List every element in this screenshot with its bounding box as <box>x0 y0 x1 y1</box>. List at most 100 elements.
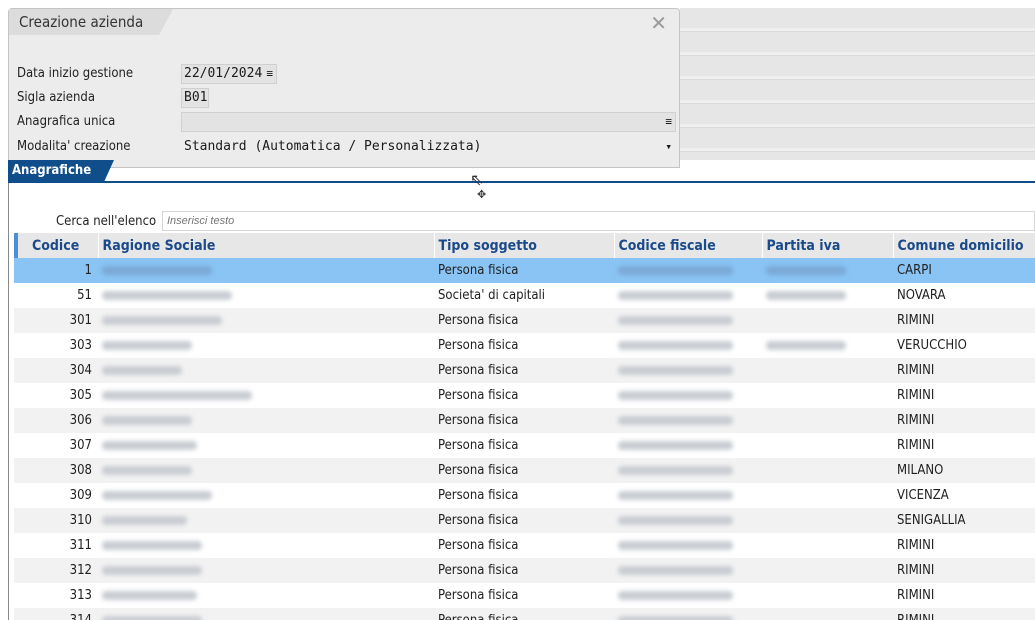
list-icon[interactable]: ≡ <box>665 113 672 131</box>
cell-partita-iva <box>762 333 893 358</box>
cell-codice-fiscale <box>614 533 762 558</box>
redacted-name <box>102 441 197 450</box>
table-row[interactable]: 313 Persona fisica RIMINI <box>14 583 1035 608</box>
cell-codice: 305 <box>69 388 92 403</box>
cell-ragione-sociale <box>98 608 434 620</box>
list-icon[interactable]: ≡ <box>266 65 273 83</box>
cell-codice-fiscale <box>614 333 762 358</box>
cell-codice-fiscale <box>614 433 762 458</box>
cell-comune-domicilio: VERUCCHIO <box>897 338 967 353</box>
modalita-creazione-select[interactable]: Standard (Automatica / Personalizzata) ▾ <box>181 137 676 157</box>
table-row[interactable]: 51 Societa' di capitali NOVARA <box>14 283 1035 308</box>
cell-tipo-soggetto: Persona fisica <box>434 258 614 283</box>
redacted-codice-fiscale <box>618 516 733 525</box>
data-inizio-field[interactable]: 22/01/2024 ≡ <box>181 64 277 84</box>
close-icon[interactable]: ✕ <box>650 11 667 35</box>
table-row[interactable]: 312 Persona fisica RIMINI <box>14 558 1035 583</box>
cell-codice-fiscale <box>614 258 762 283</box>
cell-codice-fiscale <box>614 608 762 620</box>
redacted-name <box>102 316 222 325</box>
table-row[interactable]: 314 Persona fisica RIMINI <box>14 608 1035 620</box>
redacted-partita-iva <box>766 266 846 275</box>
column-header-codice-fiscale[interactable]: Codice fiscale <box>614 233 763 258</box>
cell-comune-domicilio: MILANO <box>893 458 1035 483</box>
cell-ragione-sociale <box>98 508 434 533</box>
cell-partita-iva <box>762 558 893 583</box>
anagrafica-unica-field[interactable]: ≡ <box>181 112 676 132</box>
cell-tipo-soggetto: Societa' di capitali <box>438 288 546 303</box>
cell-tipo-soggetto: Persona fisica <box>434 358 614 383</box>
table-row[interactable]: 311 Persona fisica RIMINI <box>14 533 1035 558</box>
cell-codice: 309 <box>69 488 92 503</box>
column-header-ragione-sociale[interactable]: Ragione Sociale <box>98 233 435 258</box>
cell-codice-fiscale <box>614 308 762 333</box>
redacted-name <box>102 341 192 350</box>
cell-ragione-sociale <box>98 583 434 608</box>
cell-partita-iva <box>762 283 893 308</box>
column-header-codice[interactable]: Codice <box>14 233 99 258</box>
creazione-azienda-dialog: Creazione azienda ✕ Data inizio gestione… <box>8 8 680 168</box>
cell-comune-domicilio: RIMINI <box>893 558 1035 583</box>
anagrafica-unica-label: Anagrafica unica <box>17 114 116 129</box>
cell-codice-fiscale <box>614 483 762 508</box>
cell-partita-iva <box>762 358 893 383</box>
cell-codice: 307 <box>69 438 92 453</box>
redacted-name <box>102 291 232 300</box>
table-row[interactable]: 301 Persona fisica RIMINI <box>14 308 1035 333</box>
cell-tipo-soggetto: Persona fisica <box>438 488 519 503</box>
cell-comune-domicilio: RIMINI <box>893 608 1035 620</box>
cell-codice-fiscale <box>614 558 762 583</box>
sigla-azienda-label: Sigla azienda <box>17 90 95 105</box>
anagrafiche-tab[interactable]: Anagrafiche <box>8 160 114 182</box>
redacted-partita-iva <box>766 291 846 300</box>
cell-ragione-sociale <box>98 308 434 333</box>
table-row[interactable]: 310 Persona fisica SENIGALLIA <box>14 508 1035 533</box>
table-row[interactable]: 306 Persona fisica RIMINI <box>14 408 1035 433</box>
column-header-partita-iva[interactable]: Partita iva <box>762 233 894 258</box>
cell-partita-iva <box>762 408 893 433</box>
redacted-name <box>102 491 212 500</box>
redacted-name <box>102 516 187 525</box>
sigla-azienda-field[interactable]: B01 <box>181 88 209 108</box>
cell-partita-iva <box>762 483 893 508</box>
table-row[interactable]: 303 Persona fisica VERUCCHIO <box>14 333 1035 358</box>
cell-codice-fiscale <box>614 583 762 608</box>
cell-ragione-sociale <box>98 408 434 433</box>
cell-ragione-sociale <box>98 533 434 558</box>
redacted-codice-fiscale <box>618 616 733 620</box>
cell-partita-iva <box>762 433 893 458</box>
cell-tipo-soggetto: Persona fisica <box>434 308 614 333</box>
search-label: Cerca nell'elenco <box>56 214 157 229</box>
background-window <box>680 8 1035 160</box>
cell-ragione-sociale <box>98 283 434 308</box>
cell-partita-iva <box>762 508 893 533</box>
panel-divider <box>8 181 1035 183</box>
cell-codice: 312 <box>14 558 98 583</box>
redacted-name <box>102 566 202 575</box>
table-row[interactable]: 308 Persona fisica MILANO <box>14 458 1035 483</box>
search-input[interactable] <box>162 211 1035 231</box>
table-row[interactable]: 309 Persona fisica VICENZA <box>14 483 1035 508</box>
cell-ragione-sociale <box>98 483 434 508</box>
redacted-codice-fiscale <box>618 416 733 425</box>
cell-codice: 304 <box>14 358 98 383</box>
chevron-down-icon[interactable]: ▾ <box>665 138 672 156</box>
table-row[interactable]: 304 Persona fisica RIMINI <box>14 358 1035 383</box>
cell-tipo-soggetto: Persona fisica <box>438 438 519 453</box>
cell-tipo-soggetto: Persona fisica <box>434 608 614 620</box>
cell-codice: 301 <box>14 308 98 333</box>
table-row[interactable]: 305 Persona fisica RIMINI <box>14 383 1035 408</box>
column-header-tipo-soggetto[interactable]: Tipo soggetto <box>434 233 615 258</box>
cell-comune-domicilio: RIMINI <box>897 388 935 403</box>
cell-comune-domicilio: CARPI <box>893 258 1035 283</box>
redacted-name <box>102 616 202 620</box>
redacted-codice-fiscale <box>618 441 733 450</box>
cell-tipo-soggetto: Persona fisica <box>434 558 614 583</box>
table-body: 1 Persona fisica CARPI 51 Societa' di capita… <box>14 258 1035 620</box>
column-header-comune-domicilio[interactable]: Comune domicilio <box>893 233 1035 258</box>
table-row[interactable]: 1 Persona fisica CARPI <box>14 258 1035 283</box>
table-row[interactable]: 307 Persona fisica RIMINI <box>14 433 1035 458</box>
cell-comune-domicilio: RIMINI <box>897 588 935 603</box>
cell-partita-iva <box>762 583 893 608</box>
cell-codice-fiscale <box>614 283 762 308</box>
